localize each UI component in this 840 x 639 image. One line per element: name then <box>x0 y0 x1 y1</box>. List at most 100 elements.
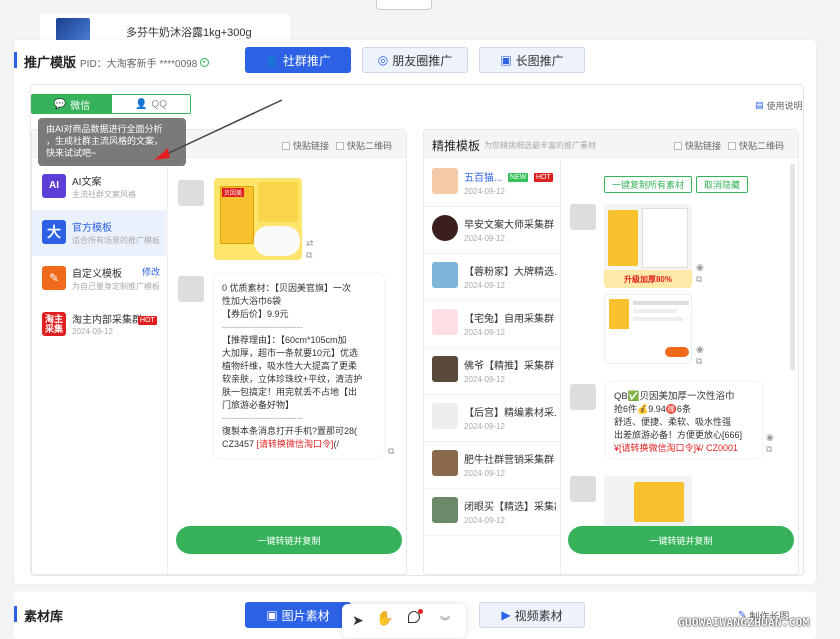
image-icon: ▣ <box>266 608 278 622</box>
left-template-panel: 快贴链接 快贴二维码 AI AI文案 主流社群文案风格 大 官方模板 适合所有场… <box>31 129 407 575</box>
sender-avatar <box>178 276 204 302</box>
divider <box>167 159 168 575</box>
copy-icon[interactable]: ⧉ <box>766 444 772 455</box>
product-image[interactable]: 贝因美 <box>214 178 302 260</box>
quick-qr-checkbox[interactable]: 快贴二维码 <box>728 139 784 152</box>
taozhu-icon: 淘主采集 <box>42 312 66 336</box>
group-item[interactable]: 闭眼买【精选】采集群 2024-09-12 <box>424 489 560 536</box>
product-title: 多芬牛奶沐浴露1kg+300g <box>126 27 252 39</box>
watermark: GUOWAIWANGZHUAN.COM <box>678 616 810 629</box>
pid-label: PID：大淘客新手 ****0098 <box>80 55 210 70</box>
message-bubble[interactable]: 0 优质素材：【贝因美官旗】一次 性加大浴巾6袋 【券后价】9.9元 -----… <box>214 274 384 458</box>
tab-community[interactable]: 👤 社群推广 <box>245 47 351 73</box>
sender-avatar <box>570 204 596 230</box>
usage-link[interactable]: ▤ 使用说明 <box>755 99 803 112</box>
message-bubble[interactable]: QB✅贝因美加厚一次性浴巾 抢6件💰9.94🉐6条 舒适、便捷、柔软、吸水性强 … <box>606 382 762 458</box>
ai-icon: AI <box>42 174 66 198</box>
edit-link[interactable]: 修改 <box>142 265 160 278</box>
right-panel-header: 精推模板 为您精挑细选最丰富的推广素材 快贴链接 快贴二维码 <box>424 130 798 158</box>
pid-text: PID：大淘客新手 ****0098 <box>80 59 198 70</box>
right-template-panel: 精推模板 为您精挑细选最丰富的推广素材 快贴链接 快贴二维码 五百猫... NE… <box>423 129 799 575</box>
group-avatar <box>432 168 458 194</box>
tab-image-material[interactable]: ▣ 图片素材 <box>245 602 351 628</box>
sender-avatar <box>570 476 596 502</box>
menu-official-template[interactable]: 大 官方模板 适合所有场景的推广模板 <box>32 210 166 256</box>
group-item[interactable]: 【宅兔】自用采集群 2024-09-12 <box>424 301 560 348</box>
play-icon: ▶ <box>501 608 511 622</box>
group-avatar <box>432 262 458 288</box>
hide-icon[interactable]: ◉ <box>766 432 774 443</box>
section-marker <box>14 52 17 68</box>
sender-avatar <box>570 384 596 410</box>
group-avatar <box>432 450 458 476</box>
floating-toolbar: ➤ ✋ ︾ <box>342 604 466 638</box>
scrollbar[interactable] <box>790 164 795 370</box>
convert-copy-button[interactable]: 一键转链并复制 <box>568 526 794 554</box>
pointer-icon[interactable]: ➤ <box>352 612 364 629</box>
menu-custom-template[interactable]: ✎ 自定义模板 修改 为自己量身定制推广模板 <box>32 256 166 302</box>
moments-icon: ◎ <box>377 53 389 67</box>
menu-title: 淘主内部采集群 <box>72 315 142 326</box>
divider <box>560 159 561 575</box>
menu-title: 官方模板 <box>72 223 112 234</box>
hide-icon[interactable]: ◉ <box>696 344 704 355</box>
official-icon: 大 <box>42 220 66 244</box>
sender-avatar <box>178 180 204 206</box>
group-item[interactable]: 肥牛社群营销采集群 2024-09-12 <box>424 442 560 489</box>
menu-subtitle: 为自己量身定制推广模板 <box>72 282 160 291</box>
menu-title: 自定义模板 <box>72 269 122 280</box>
collapse-tab[interactable] <box>376 0 432 10</box>
group-avatar <box>432 215 458 241</box>
product-image[interactable] <box>604 294 692 364</box>
menu-subtitle: 主流社群文案风格 <box>72 190 136 199</box>
group-item[interactable]: 五百猫... NEW HOT 2024-09-12 <box>424 160 560 207</box>
product-image[interactable]: 升级加厚80% <box>604 204 692 288</box>
group-item[interactable]: 佛爷【精推】采集群 2024-09-12 <box>424 348 560 395</box>
quick-link-checkbox[interactable]: 快贴链接 <box>674 139 721 152</box>
group-item[interactable]: 【后宫】精编素材采... 2024-09-12 <box>424 395 560 442</box>
tab-video-material[interactable]: ▶ 视频素材 <box>479 602 585 628</box>
group-item[interactable]: 【蓉粉家】大牌精选... 2024-09-12 <box>424 254 560 301</box>
notification-dot <box>418 609 423 614</box>
chevron-down-icon[interactable]: ︾ <box>440 613 450 628</box>
menu-taozhu-group[interactable]: 淘主采集 淘主内部采集群 HOT 2024-09-12 <box>32 302 166 348</box>
material-title: 素材库 <box>24 609 64 624</box>
arrow-annotation <box>154 99 283 160</box>
menu-ai-copy[interactable]: AI AI文案 主流社群文案风格 <box>32 164 166 210</box>
group-list: 五百猫... NEW HOT 2024-09-12 早安文案大师采集群 2024… <box>424 160 560 540</box>
quick-qr-checkbox[interactable]: 快贴二维码 <box>336 139 392 152</box>
group-item[interactable]: 早安文案大师采集群 2024-09-12 <box>424 207 560 254</box>
group-avatar <box>432 497 458 523</box>
wechat-icon: 💬 <box>53 98 67 110</box>
copy-icon[interactable]: ⧉ <box>306 250 312 261</box>
tab-long-image[interactable]: ▣ 长图推广 <box>479 47 585 73</box>
hand-icon[interactable]: ✋ <box>376 610 393 627</box>
check-circle-icon <box>200 58 210 67</box>
document-icon: ▤ <box>755 100 764 110</box>
copy-all-button[interactable]: 一键复制所有素材 <box>604 176 692 193</box>
group-avatar <box>432 309 458 335</box>
section-title: 推广模版 <box>24 55 77 70</box>
section-marker <box>14 606 17 622</box>
image-icon: ▣ <box>500 53 512 67</box>
edit-icon: ✎ <box>42 266 66 290</box>
menu-date: 2024-09-12 <box>72 327 113 336</box>
copy-icon[interactable]: ⧉ <box>696 356 702 367</box>
menu-subtitle: 适合所有场景的推广模板 <box>72 236 160 245</box>
hide-icon[interactable]: ◉ <box>696 262 704 273</box>
wechat-option[interactable]: 💬 微信 <box>32 95 112 113</box>
right-panel-subtitle: 为您精挑细选最丰富的推广素材 <box>484 141 596 150</box>
hot-badge: HOT <box>138 316 157 325</box>
group-avatar <box>432 403 458 429</box>
product-image[interactable] <box>604 476 692 528</box>
product-thumbnail <box>56 18 90 42</box>
convert-copy-button[interactable]: 一键转链并复制 <box>176 526 402 554</box>
copy-icon[interactable]: ⧉ <box>696 274 702 285</box>
qq-icon: 👤 <box>134 98 148 110</box>
copy-icon[interactable]: ⧉ <box>388 446 394 457</box>
user-icon: 👤 <box>265 54 279 67</box>
tab-moments[interactable]: ◎ 朋友圈推广 <box>362 47 468 73</box>
right-panel-title: 精推模板 <box>432 139 481 153</box>
cancel-hide-button[interactable]: 取消隐藏 <box>696 176 748 193</box>
share-icon[interactable]: ⇄ <box>306 238 314 249</box>
